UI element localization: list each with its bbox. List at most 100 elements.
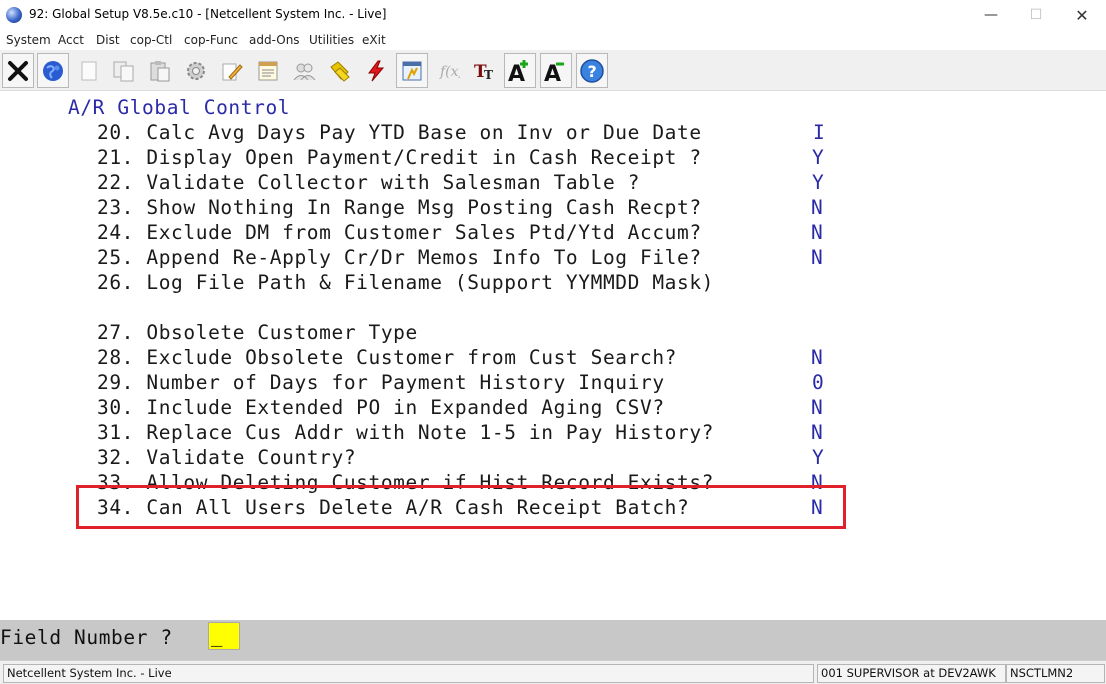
field-row-28[interactable]: 28. Exclude Obsolete Customer from Cust …: [97, 345, 677, 370]
field-label: Obsolete Customer Type: [146, 321, 418, 344]
menu-add-ons[interactable]: add-Ons: [249, 33, 300, 47]
report-icon[interactable]: [396, 53, 428, 88]
field-number: 24.: [97, 221, 135, 244]
maximize-icon: ☐: [1029, 7, 1043, 23]
field-number-input[interactable]: _: [208, 622, 240, 650]
menu-cop-ctl[interactable]: cop-Ctl: [130, 33, 172, 47]
tags-icon[interactable]: [324, 53, 356, 88]
field-number: 30.: [97, 396, 135, 419]
window-title: 92: Global Setup V8.5e.c10 - [Netcellent…: [29, 7, 387, 21]
field-row-27[interactable]: 27. Obsolete Customer Type: [97, 320, 418, 345]
decrease-font-icon[interactable]: A: [540, 53, 572, 88]
field-label: Calc Avg Days Pay YTD Base on Inv or Due…: [146, 121, 702, 144]
notepad-icon[interactable]: [252, 53, 284, 88]
field-row-29[interactable]: 29. Number of Days for Payment History I…: [97, 370, 665, 395]
function-icon[interactable]: f(x): [432, 53, 464, 88]
toolbar: f(x) TT A A ?: [0, 50, 1106, 91]
field-value-23[interactable]: N: [811, 195, 823, 220]
field-number: 32.: [97, 446, 135, 469]
font-size-icon[interactable]: TT: [468, 53, 500, 88]
field-number: 23.: [97, 196, 135, 219]
exit-icon[interactable]: [2, 53, 34, 88]
menu-bar: System Acct Dist cop-Ctl cop-Func add-On…: [0, 31, 1106, 49]
field-number: 26.: [97, 271, 135, 294]
field-value-29[interactable]: 0: [812, 370, 824, 395]
status-company: Netcellent System Inc. - Live: [3, 664, 814, 683]
field-label: Exclude Obsolete Customer from Cust Sear…: [146, 346, 677, 369]
field-value-21[interactable]: Y: [812, 145, 824, 170]
globe-icon[interactable]: [37, 53, 69, 88]
lightning-icon[interactable]: [360, 53, 392, 88]
maximize-button[interactable]: ☐: [1013, 0, 1059, 30]
title-bar: 92: Global Setup V8.5e.c10 - [Netcellent…: [0, 0, 1106, 30]
menu-dist[interactable]: Dist: [96, 33, 120, 47]
svg-text:?: ?: [588, 62, 597, 81]
field-row-22[interactable]: 22. Validate Collector with Salesman Tab…: [97, 170, 640, 195]
close-icon: ✕: [1075, 5, 1089, 25]
field-number: 31.: [97, 421, 135, 444]
field-value-20[interactable]: I: [813, 120, 825, 145]
field-number: 28.: [97, 346, 135, 369]
field-label: Show Nothing In Range Msg Posting Cash R…: [146, 196, 702, 219]
blank-icon[interactable]: [73, 53, 105, 88]
field-label: Validate Country?: [146, 446, 357, 469]
status-bar: Netcellent System Inc. - Live 001 SUPERV…: [0, 660, 1106, 684]
paste-icon[interactable]: [144, 53, 176, 88]
users-icon[interactable]: [288, 53, 320, 88]
copy-icon[interactable]: [108, 53, 140, 88]
field-number: 20.: [97, 121, 135, 144]
field-row-30[interactable]: 30. Include Extended PO in Expanded Agin…: [97, 395, 665, 420]
menu-acct[interactable]: Acct: [58, 33, 84, 47]
field-label: Validate Collector with Salesman Table ?: [146, 171, 640, 194]
field-value-31[interactable]: N: [811, 420, 823, 445]
field-row-25[interactable]: 25. Append Re-Apply Cr/Dr Memos Info To …: [97, 245, 702, 270]
field-value-24[interactable]: N: [811, 220, 823, 245]
field-row-24[interactable]: 24. Exclude DM from Customer Sales Ptd/Y…: [97, 220, 702, 245]
increase-font-icon[interactable]: A: [504, 53, 536, 88]
field-value-32[interactable]: Y: [812, 445, 824, 470]
app-globe-icon: [6, 7, 22, 23]
prompt-bar: Field Number ? _: [0, 620, 1106, 660]
field-row-23[interactable]: 23. Show Nothing In Range Msg Posting Ca…: [97, 195, 702, 220]
field-row-26[interactable]: 26. Log File Path & Filename (Support YY…: [97, 270, 714, 295]
field-value-25[interactable]: N: [811, 245, 823, 270]
menu-system[interactable]: System: [6, 33, 51, 47]
svg-text:T: T: [484, 68, 493, 82]
terminal-screen: A/R Global Control 20. Calc Avg Days Pay…: [0, 91, 1106, 620]
status-user: 001 SUPERVISOR at DEV2AWK: [817, 664, 1006, 683]
field-label: Display Open Payment/Credit in Cash Rece…: [146, 146, 702, 169]
field-row-20[interactable]: 20. Calc Avg Days Pay YTD Base on Inv or…: [97, 120, 702, 145]
field-label: Replace Cus Addr with Note 1-5 in Pay Hi…: [146, 421, 715, 444]
field-row-21[interactable]: 21. Display Open Payment/Credit in Cash …: [97, 145, 702, 170]
field-label: Log File Path & Filename (Support YYMMDD…: [146, 271, 715, 294]
field-number: 29.: [97, 371, 135, 394]
field-row-31[interactable]: 31. Replace Cus Addr with Note 1-5 in Pa…: [97, 420, 714, 445]
svg-text:f(x): f(x): [439, 64, 460, 80]
field-value-28[interactable]: N: [811, 345, 823, 370]
screen-heading: A/R Global Control: [68, 96, 291, 119]
cursor: _: [211, 625, 223, 647]
prompt-label: Field Number ?: [0, 626, 173, 649]
menu-cop-func[interactable]: cop-Func: [184, 33, 238, 47]
minimize-button[interactable]: —: [968, 0, 1014, 30]
field-row-32[interactable]: 32. Validate Country?: [97, 445, 356, 470]
field-value-22[interactable]: Y: [812, 170, 824, 195]
menu-exit[interactable]: eXit: [362, 33, 386, 47]
minimize-icon: —: [984, 7, 998, 23]
settings-icon[interactable]: [180, 53, 212, 88]
field-number: 27.: [97, 321, 135, 344]
field-label: Append Re-Apply Cr/Dr Memos Info To Log …: [146, 246, 702, 269]
field-number: 21.: [97, 146, 135, 169]
field-label: Exclude DM from Customer Sales Ptd/Ytd A…: [146, 221, 702, 244]
field-number: 25.: [97, 246, 135, 269]
field-label: Include Extended PO in Expanded Aging CS…: [146, 396, 665, 419]
help-icon[interactable]: ?: [576, 53, 608, 88]
status-terminal: NSCTLMN2: [1006, 664, 1105, 683]
menu-utilities[interactable]: Utilities: [309, 33, 354, 47]
edit-icon[interactable]: [216, 53, 248, 88]
field-label: Number of Days for Payment History Inqui…: [146, 371, 665, 394]
close-button[interactable]: ✕: [1059, 0, 1105, 30]
highlight-box: [76, 485, 846, 529]
field-value-30[interactable]: N: [811, 395, 823, 420]
field-number: 22.: [97, 171, 135, 194]
